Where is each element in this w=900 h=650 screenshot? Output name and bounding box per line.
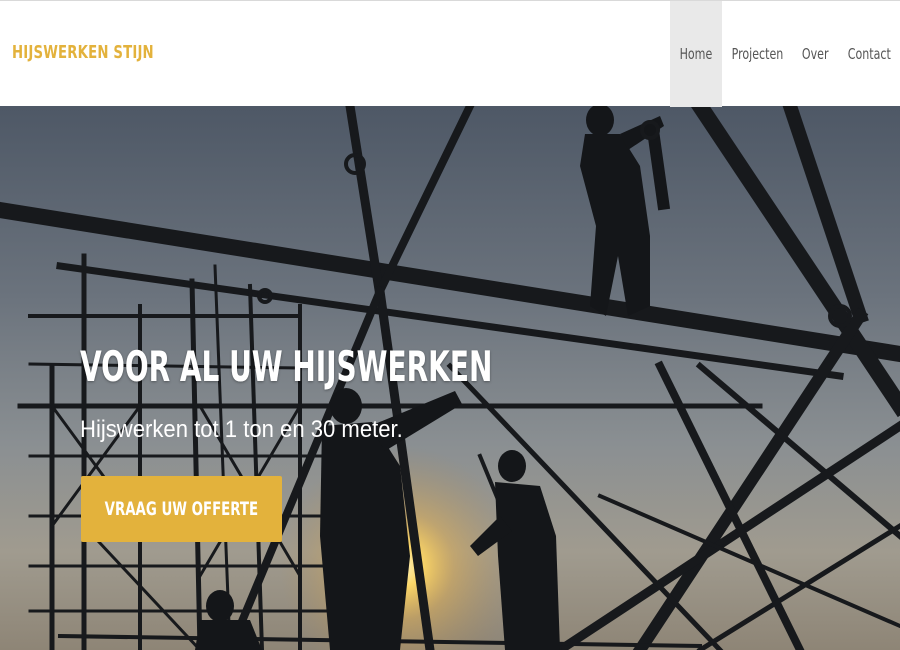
nav-item-contact[interactable]: Contact bbox=[838, 1, 900, 107]
nav-item-label: Projecten bbox=[731, 45, 783, 63]
request-quote-label: VRAAG UW OFFERTE bbox=[104, 498, 259, 520]
hero-title: VOOR AL UW HIJSWERKEN bbox=[80, 342, 493, 391]
nav-item-projecten[interactable]: Projecten bbox=[722, 1, 792, 107]
hero-subtitle: Hijswerken tot 1 ton en 30 meter. bbox=[80, 416, 403, 443]
nav-item-label: Over bbox=[801, 45, 829, 63]
brand-logo[interactable]: HIJSWERKEN STIJN bbox=[12, 42, 154, 63]
nav-item-label: Home bbox=[679, 45, 713, 63]
main-nav: Home Projecten Over Contact bbox=[670, 1, 900, 107]
nav-item-over[interactable]: Over bbox=[792, 1, 838, 107]
request-quote-button[interactable]: VRAAG UW OFFERTE bbox=[81, 476, 282, 542]
nav-item-label: Contact bbox=[847, 45, 891, 63]
navbar: HIJSWERKEN STIJN Home Projecten Over Con… bbox=[0, 0, 900, 107]
hero-section: VOOR AL UW HIJSWERKEN Hijswerken tot 1 t… bbox=[0, 106, 900, 650]
nav-item-home[interactable]: Home bbox=[670, 1, 722, 107]
